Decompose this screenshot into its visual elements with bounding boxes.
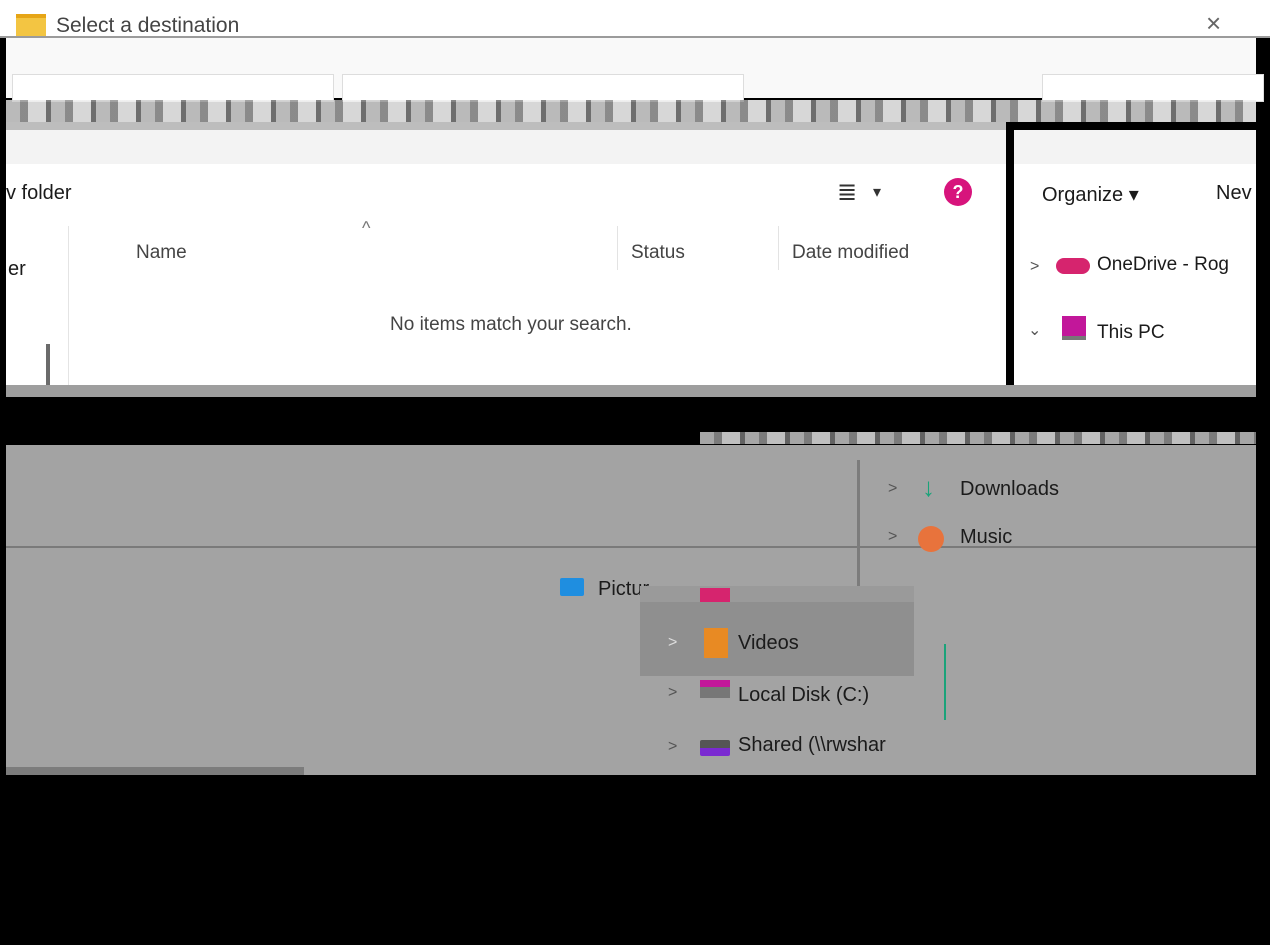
column-header-status[interactable]: Status <box>631 242 685 264</box>
videos-chevron-icon[interactable]: > <box>668 634 677 652</box>
lower-right-panel <box>914 600 1256 775</box>
address-bar-shadow <box>6 122 1006 130</box>
local-disk-icon <box>700 680 730 698</box>
sort-indicator-icon: ^ <box>362 218 371 238</box>
shared-item[interactable]: Shared (\\rwshar <box>738 734 886 757</box>
music-item[interactable]: Music <box>960 526 1012 549</box>
onedrive-chevron-icon[interactable]: > <box>1030 258 1039 276</box>
local-disk-chevron-icon[interactable]: > <box>668 684 677 702</box>
local-disk-item[interactable]: Local Disk (C:) <box>738 684 869 707</box>
network-drive-icon <box>700 740 730 756</box>
lower-scroll-bar[interactable] <box>857 460 860 590</box>
help-glyph: ? <box>952 182 964 202</box>
help-icon[interactable]: ? <box>944 178 972 206</box>
selected-row-top <box>640 586 914 602</box>
column-header-name[interactable]: Name <box>136 242 187 264</box>
videos-item[interactable]: Videos <box>738 632 799 655</box>
left-nav-fragment: er <box>8 258 26 280</box>
this-pc-item[interactable]: This PC <box>1097 322 1165 344</box>
empty-message: No items match your search. <box>390 314 632 335</box>
left-nav-strip <box>6 226 69 385</box>
left-nav-scroll[interactable] <box>46 344 50 385</box>
address-box-left[interactable] <box>12 74 334 102</box>
downloads-icon: ↓ <box>922 472 935 502</box>
music-chevron-icon[interactable]: > <box>888 528 897 546</box>
folder-icon <box>16 14 46 36</box>
new-folder-button[interactable]: v folder <box>6 182 72 205</box>
address-box-right[interactable] <box>1042 74 1264 102</box>
downloads-item[interactable]: Downloads <box>960 478 1059 501</box>
onedrive-cloud-icon <box>1056 258 1090 274</box>
bottom-scrollbar[interactable] <box>6 767 304 775</box>
address-box-mid[interactable] <box>342 74 744 102</box>
close-icon[interactable]: × <box>1206 8 1221 39</box>
organize-button[interactable]: Organize ▾ <box>1042 182 1139 207</box>
window-title: Select a destination <box>56 14 240 37</box>
music-icon <box>918 526 944 552</box>
this-pc-chevron-icon[interactable]: ⌄ <box>1028 320 1041 340</box>
lower-line <box>6 546 1256 548</box>
right-nav-top <box>1014 130 1256 164</box>
pictures-icon <box>560 578 584 596</box>
column-divider-1 <box>617 226 618 270</box>
shared-chevron-icon[interactable]: > <box>668 738 677 756</box>
videos-icon <box>704 628 728 658</box>
column-header-date-modified[interactable]: Date modified <box>792 242 909 264</box>
downloads-chevron-icon[interactable]: > <box>888 480 897 498</box>
corrupted-address-bar <box>6 100 1256 122</box>
monitor-icon <box>1062 316 1086 340</box>
view-options-icon[interactable]: ≣ <box>837 178 857 207</box>
view-dropdown-icon[interactable]: ▾ <box>873 182 881 202</box>
glitch-band-gray <box>6 385 1256 397</box>
separator-green <box>944 644 946 720</box>
column-divider-2 <box>778 226 779 270</box>
onedrive-item[interactable]: OneDrive - Rog <box>1097 254 1229 276</box>
glitch-band-stripes <box>700 432 1256 444</box>
new-button-fragment[interactable]: Nev <box>1216 182 1252 205</box>
